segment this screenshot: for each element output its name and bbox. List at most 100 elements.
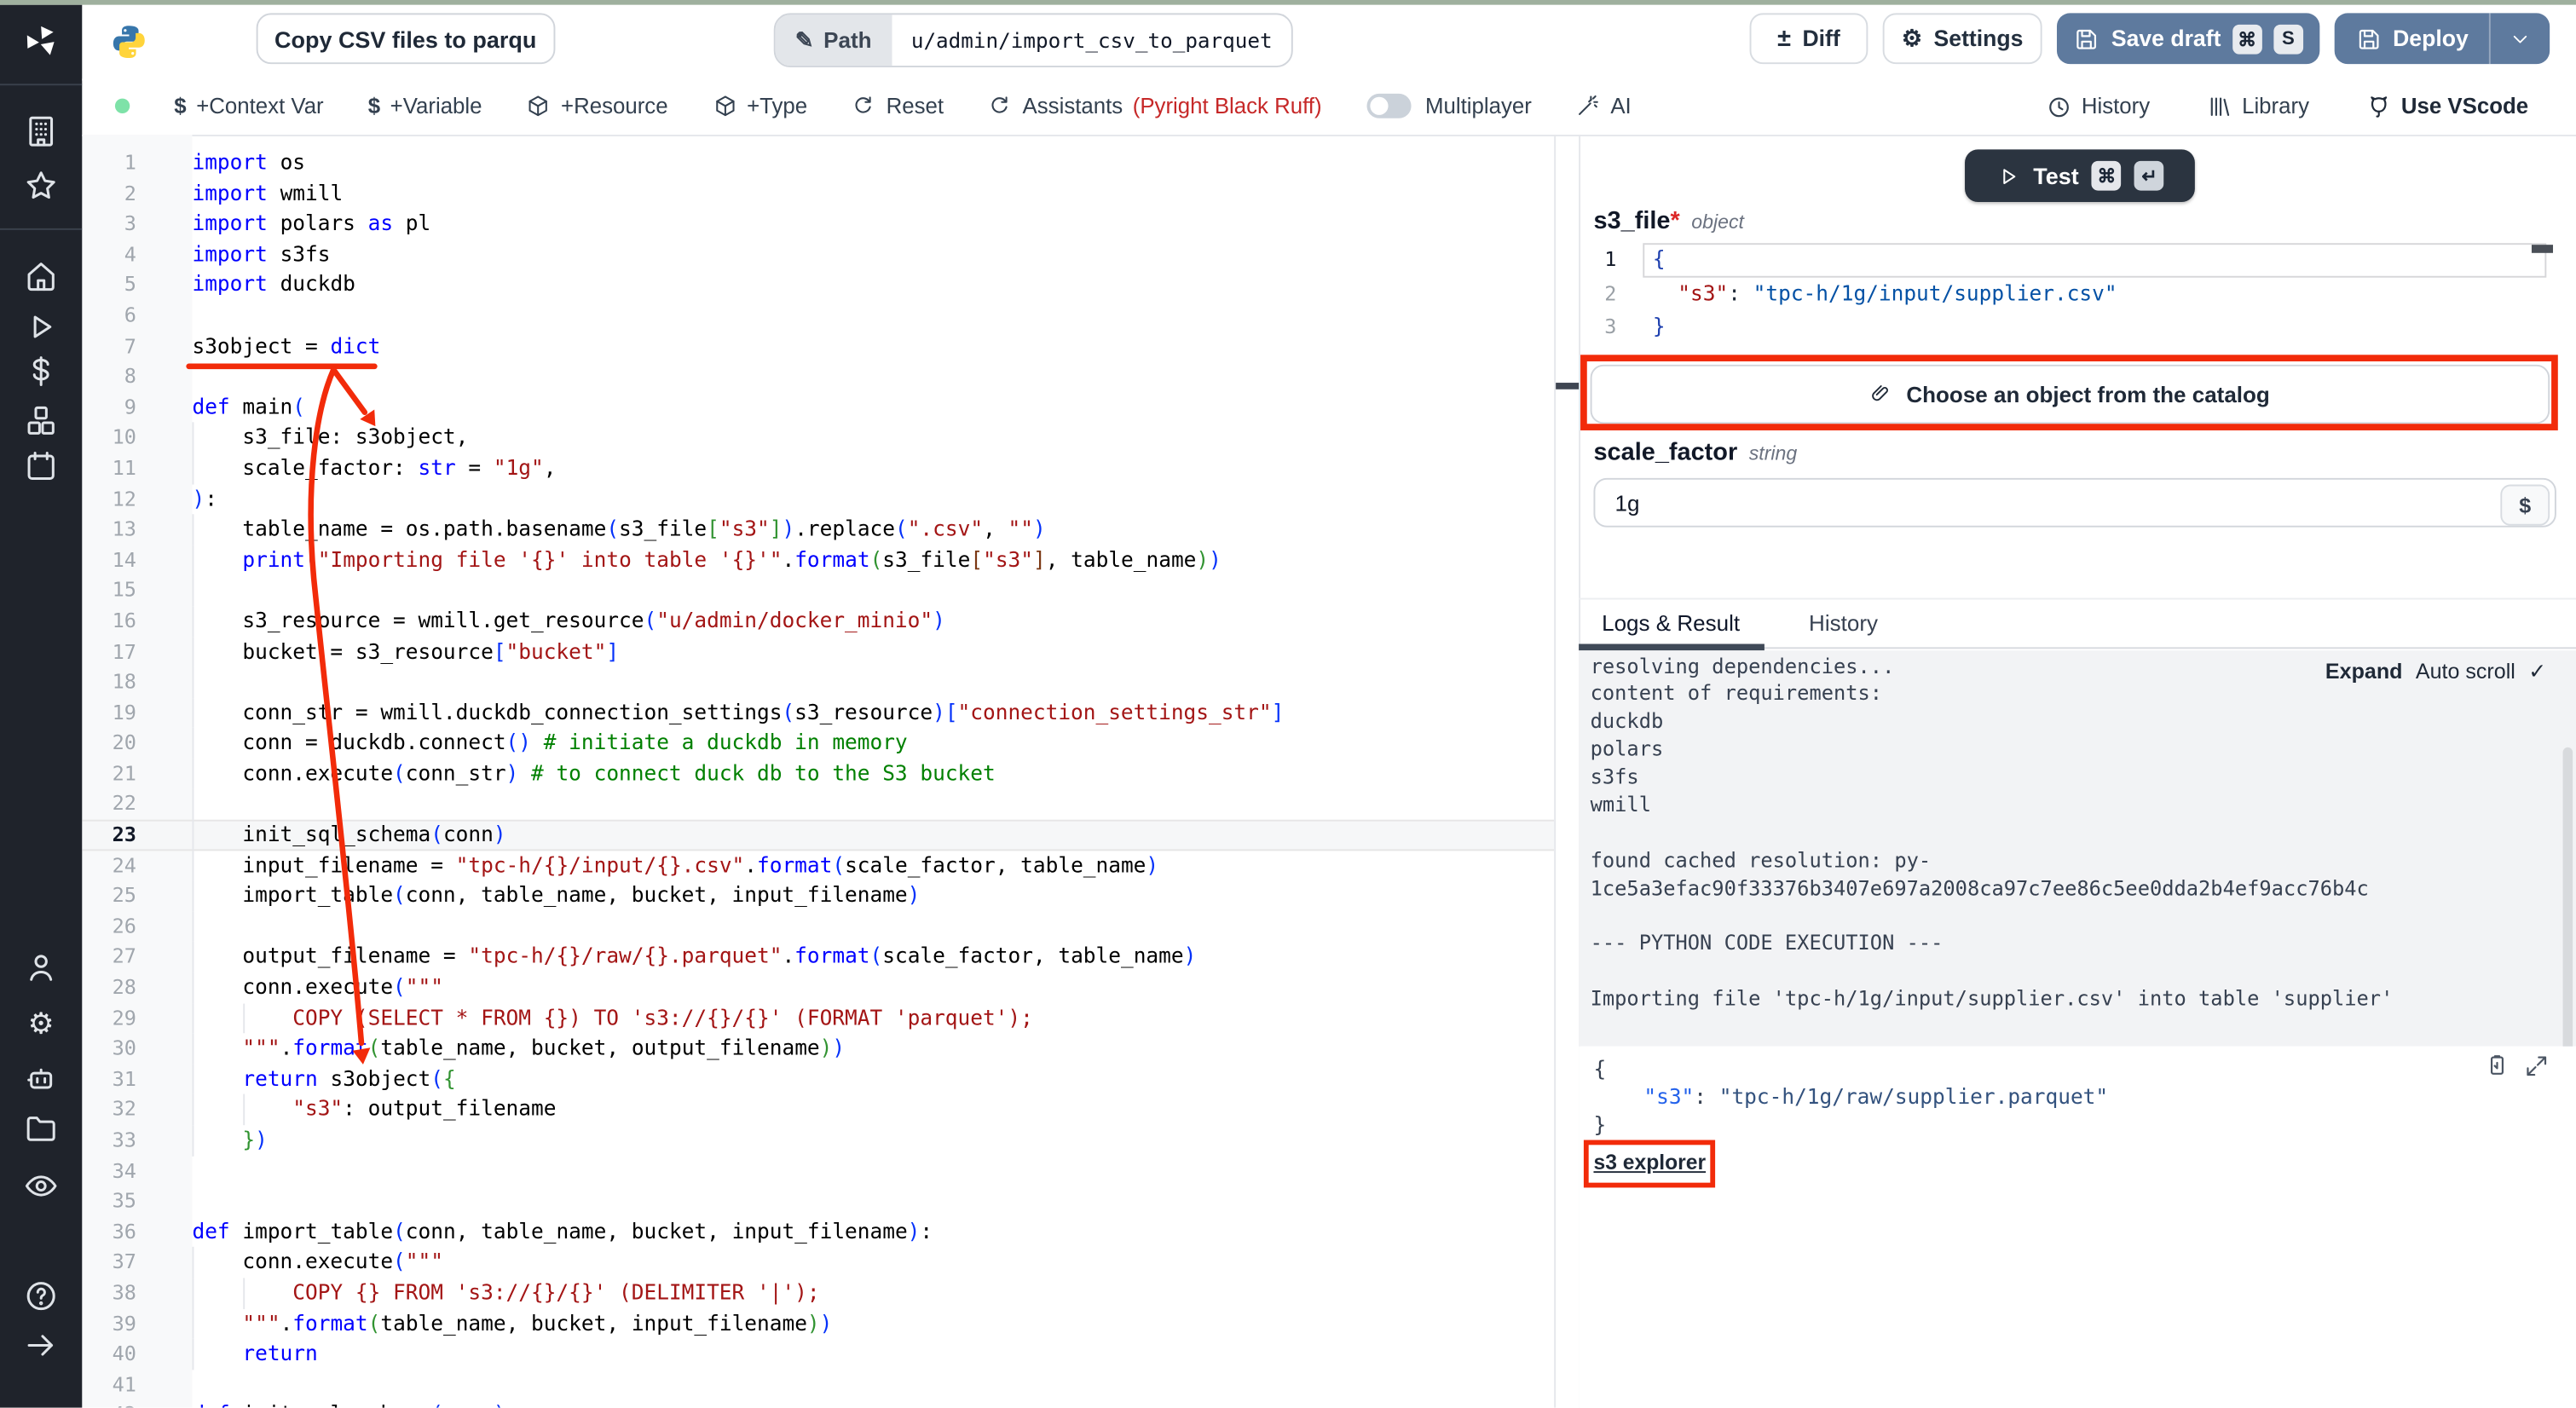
- history-button[interactable]: History: [2045, 93, 2150, 119]
- log-line: Importing file 'tpc-h/1g/input/supplier.…: [1591, 988, 2394, 1016]
- sidebar-item-variables[interactable]: [0, 351, 82, 390]
- path-label: Path: [823, 28, 871, 53]
- code-line[interactable]: 15: [82, 575, 1554, 606]
- code-line[interactable]: 13 table_name = os.path.basename(s3_file…: [82, 514, 1554, 545]
- code-line[interactable]: 21 conn.execute(conn_str) # to connect d…: [82, 759, 1554, 789]
- code-line[interactable]: 6: [82, 301, 1554, 332]
- cube-icon: [527, 94, 552, 118]
- code-line[interactable]: 26: [82, 911, 1554, 942]
- code-line[interactable]: 2import wmill: [82, 178, 1554, 209]
- code-line[interactable]: 35: [82, 1186, 1554, 1217]
- add-resource-label: +Resource: [561, 94, 668, 118]
- sidebar-item-workers robot-icon[interactable]: [0, 1059, 82, 1099]
- code-line[interactable]: 23 init_sql_schema(conn): [82, 820, 1554, 851]
- expand-logs-button[interactable]: Expand: [2325, 659, 2403, 684]
- code-line[interactable]: 25 import_table(conn, table_name, bucket…: [82, 881, 1554, 912]
- code-line[interactable]: 19 conn_str = wmill.duckdb_connection_se…: [82, 697, 1554, 728]
- pane-resize-handle[interactable]: [1556, 383, 1579, 389]
- tab-logs-result[interactable]: Logs & Result: [1579, 611, 1763, 636]
- multiplayer-toggle[interactable]: [1366, 94, 1411, 118]
- library-button[interactable]: Library: [2206, 93, 2309, 119]
- save-draft-button[interactable]: Save draft ⌘ S: [2057, 13, 2319, 64]
- code-line[interactable]: 38 COPY {} FROM 's3://{}/{}' (DELIMITER …: [82, 1278, 1554, 1308]
- code-line[interactable]: 31 return s3object({: [82, 1065, 1554, 1095]
- copy-icon[interactable]: [2484, 1053, 2510, 1079]
- json-editor-scrollbar[interactable]: [2532, 245, 2553, 253]
- insert-variable-button dollar-icon[interactable]: $: [2500, 484, 2550, 525]
- code-line[interactable]: 37 conn.execute(""": [82, 1248, 1554, 1278]
- code-line[interactable]: 14 print("Importing file '{}' into table…: [82, 545, 1554, 575]
- pencil-icon: ✎: [795, 27, 814, 54]
- code-line[interactable]: 32 "s3": output_filename: [82, 1094, 1554, 1125]
- code-line[interactable]: 7s3object = dict: [82, 331, 1554, 361]
- code-line[interactable]: 41: [82, 1370, 1554, 1400]
- code-line[interactable]: 36def import_table(conn, table_name, buc…: [82, 1217, 1554, 1248]
- code-line[interactable]: 3import polars as pl: [82, 209, 1554, 239]
- diff-button[interactable]: ± Diff: [1750, 13, 1868, 64]
- save-icon: [2074, 26, 2100, 52]
- code-line[interactable]: 27 output_filename = "tpc-h/{}/raw/{}.pa…: [82, 942, 1554, 972]
- settings-button[interactable]: ⚙ Settings: [1883, 13, 2042, 64]
- sidebar-item-resources[interactable]: [0, 401, 82, 440]
- code-line[interactable]: 40 return: [82, 1339, 1554, 1370]
- code-line[interactable]: 33 }): [82, 1125, 1554, 1156]
- sidebar-collapse arrow-right-icon[interactable]: [0, 1325, 82, 1365]
- multiplayer-label: Multiplayer: [1425, 94, 1532, 118]
- code-line[interactable]: 18: [82, 667, 1554, 698]
- s3-file-json-editor[interactable]: 1{ 2 "s3": "tpc-h/1g/input/supplier.csv"…: [1593, 243, 2556, 351]
- code-line[interactable]: 42def init_sql_schema(conn):: [82, 1400, 1554, 1408]
- code-line[interactable]: 28 conn.execute(""": [82, 972, 1554, 1003]
- ai-button[interactable]: AI: [1576, 94, 1632, 118]
- code-line[interactable]: 39 """.format(table_name, bucket, input_…: [82, 1308, 1554, 1339]
- code-line[interactable]: 8: [82, 361, 1554, 392]
- tab-history[interactable]: History: [1786, 611, 1901, 636]
- sidebar-item-runs[interactable]: [0, 307, 82, 346]
- code-line[interactable]: 29 COPY (SELECT * FROM {}) TO 's3://{}/{…: [82, 1003, 1554, 1034]
- code-line[interactable]: 12):: [82, 484, 1554, 515]
- sidebar-item-users[interactable]: [0, 948, 82, 987]
- code-line[interactable]: 22: [82, 789, 1554, 820]
- sidebar-item-home[interactable]: [0, 257, 82, 296]
- deploy-button[interactable]: Deploy: [2335, 13, 2550, 64]
- reset-label: Reset: [887, 94, 944, 118]
- add-resource-button[interactable]: +Resource: [527, 94, 668, 118]
- windmill-logo-icon[interactable]: [0, 21, 82, 61]
- code-line[interactable]: 16 s3_resource = wmill.get_resource("u/a…: [82, 606, 1554, 637]
- sidebar-item-favorites[interactable]: [0, 166, 82, 205]
- expand-icon[interactable]: [2523, 1053, 2550, 1079]
- code-line[interactable]: 30 """.format(table_name, bucket, output…: [82, 1034, 1554, 1065]
- log-line: duckdb: [1591, 710, 2394, 738]
- code-line[interactable]: 5import duckdb: [82, 270, 1554, 301]
- sidebar-item-workspace[interactable]: [0, 112, 82, 151]
- deploy-dropdown chevron-down-icon[interactable]: [2491, 27, 2550, 50]
- add-variable-button[interactable]: $ +Variable: [368, 94, 482, 118]
- log-line: --- PYTHON CODE EXECUTION ---: [1591, 932, 2394, 961]
- code-line[interactable]: 34: [82, 1156, 1554, 1186]
- log-panel[interactable]: resolving dependencies...content of requ…: [1579, 649, 2576, 1046]
- test-button[interactable]: Test ⌘ ↵: [1965, 149, 2195, 202]
- use-vscode-button[interactable]: Use VScode: [2365, 93, 2529, 119]
- check-icon[interactable]: ✓: [2528, 658, 2546, 684]
- sidebar-item-help help-icon[interactable]: [0, 1277, 82, 1316]
- scale-factor-input[interactable]: [1593, 478, 2556, 528]
- sidebar-item-settings gear-icon[interactable]: ⚙: [0, 1004, 82, 1043]
- code-line[interactable]: 4import s3fs: [82, 239, 1554, 270]
- assistants-button[interactable]: Assistants (Pyright Black Ruff): [988, 94, 1322, 118]
- code-line[interactable]: 17 bucket = s3_resource["bucket"]: [82, 637, 1554, 667]
- code-line[interactable]: 20 conn = duckdb.connect() # initiate a …: [82, 728, 1554, 759]
- code-line[interactable]: 10 s3_file: s3object,: [82, 423, 1554, 453]
- sidebar-item-folders folder-icon[interactable]: [0, 1109, 82, 1148]
- sidebar-item-schedules[interactable]: [0, 447, 82, 486]
- reset-button[interactable]: Reset: [852, 94, 944, 118]
- code-line[interactable]: 11 scale_factor: str = "1g",: [82, 453, 1554, 484]
- code-line[interactable]: 9def main(: [82, 392, 1554, 423]
- script-title-input[interactable]: [257, 13, 556, 64]
- play-icon: [1996, 164, 2020, 188]
- sidebar-item-audit-logs eye-icon[interactable]: [0, 1166, 82, 1205]
- code-line[interactable]: 1import os: [82, 147, 1554, 178]
- add-context-var-button[interactable]: $ +Context Var: [174, 94, 323, 118]
- code-editor[interactable]: 1import os2import wmill3import polars as…: [82, 135, 1554, 1408]
- code-line[interactable]: 24 input_filename = "tpc-h/{}/input/{}.c…: [82, 851, 1554, 881]
- add-type-button[interactable]: +Type: [713, 94, 808, 118]
- path-button[interactable]: ✎Path u/admin/import_csv_to_parquet: [774, 13, 1294, 67]
